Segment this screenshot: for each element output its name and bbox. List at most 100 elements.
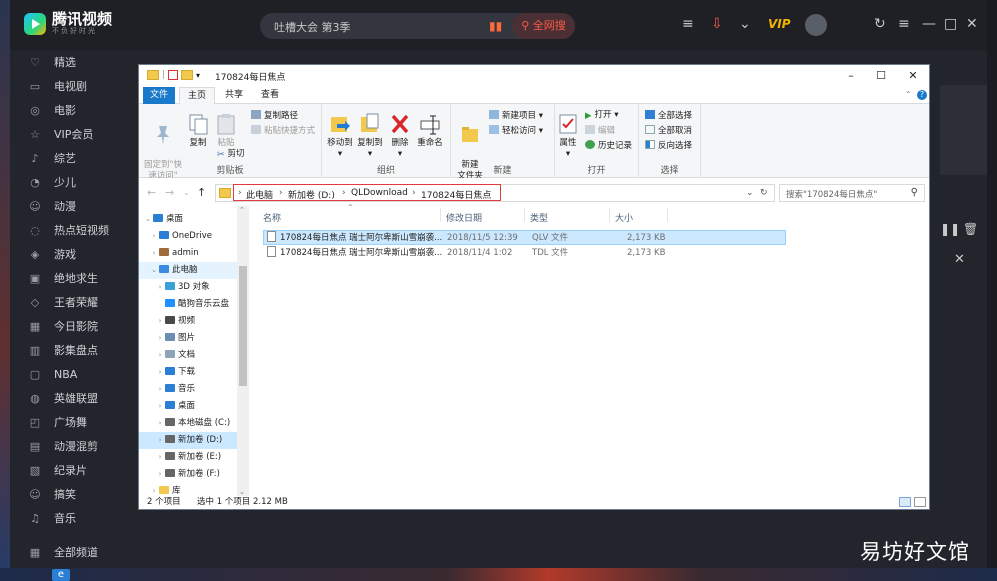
scroll-thumb[interactable]	[239, 266, 247, 386]
move-to-button[interactable]: 移动到 ▾	[326, 112, 354, 160]
delete-button[interactable]: 删除 ▾	[389, 112, 411, 160]
nav-item[interactable]: ◍ 英雄联盟	[10, 386, 135, 410]
nav-scrollbar[interactable]: ⌃ ⌄	[237, 206, 249, 496]
breadcrumb-qldownload[interactable]: QLDownload	[351, 188, 408, 198]
nav-item[interactable]: ▣ 绝地求生	[10, 266, 135, 290]
pause-icon[interactable]: ❚❚	[940, 222, 960, 236]
download-icon[interactable]: ⇩	[711, 16, 723, 32]
nav-item[interactable]: ◔ 少儿	[10, 170, 135, 194]
vip-badge[interactable]: VIP	[768, 17, 791, 31]
maximize-icon[interactable]: □	[944, 16, 957, 32]
cut-button[interactable]: ✂ 剪切	[217, 149, 245, 160]
history-icon[interactable]: ≡	[682, 16, 694, 32]
breadcrumb-chevron[interactable]: ›	[238, 188, 242, 198]
large-icons-view-icon[interactable]	[914, 497, 926, 507]
chevron-down-icon[interactable]: ⌄	[143, 211, 153, 228]
tree-item[interactable]: › 音乐	[139, 381, 239, 398]
nav-item[interactable]: ♪ 综艺	[10, 146, 135, 170]
search-button[interactable]: ⚲ 全网搜	[512, 13, 575, 39]
tree-item[interactable]: › 文档	[139, 347, 239, 364]
search-input[interactable]: 吐槽大会 第3季	[274, 19, 351, 35]
nav-item[interactable]: ▧ 纪录片	[10, 458, 135, 482]
chevron-right-icon[interactable]: ›	[155, 449, 165, 466]
breadcrumb-current-folder[interactable]: 170824每日焦点	[421, 188, 491, 201]
chevron-right-icon[interactable]: ›	[155, 381, 165, 398]
help-icon[interactable]: ?	[917, 90, 927, 100]
refresh-icon[interactable]: ↻	[874, 16, 886, 32]
address-bar[interactable]: › 此电脑 › 新加卷 (D:) › QLDownload › 170824每日…	[215, 184, 775, 202]
chevron-right-icon[interactable]: ›	[149, 228, 159, 245]
nav-item[interactable]: ▢ NBA	[10, 362, 135, 386]
app-logo[interactable]: 腾讯视频 不负好时光	[24, 12, 112, 36]
tree-item[interactable]: › 下载	[139, 364, 239, 381]
tree-item[interactable]: 酷狗音乐云盘	[139, 296, 239, 313]
back-icon[interactable]: ←	[147, 186, 156, 199]
properties-icon[interactable]	[168, 70, 179, 80]
tree-item[interactable]: › 新加卷 (E:)	[139, 449, 239, 466]
copy-to-button[interactable]: 复制到 ▾	[356, 112, 384, 160]
chevron-right-icon[interactable]: ›	[149, 245, 159, 262]
tab-view[interactable]: 查看	[255, 87, 285, 104]
edit-button[interactable]: 编辑	[585, 125, 615, 137]
nav-item[interactable]: ☆ VIP会员	[10, 122, 135, 146]
paste-shortcut-button[interactable]: 粘贴快捷方式	[251, 125, 315, 137]
chevron-right-icon[interactable]: ›	[155, 330, 165, 347]
tab-share[interactable]: 共享	[219, 87, 249, 104]
up-icon[interactable]: ↑	[197, 186, 206, 199]
tree-item[interactable]: › 图片	[139, 330, 239, 347]
recent-dropdown-icon[interactable]: ⌄	[183, 188, 190, 197]
chevron-right-icon[interactable]: ›	[155, 364, 165, 381]
close-panel-icon[interactable]: ✕	[954, 252, 965, 267]
chevron-right-icon[interactable]: ›	[155, 313, 165, 330]
nav-item[interactable]: ▭ 电视剧	[10, 74, 135, 98]
chevron-right-icon[interactable]: ›	[155, 279, 165, 296]
menu-icon[interactable]: ≡	[898, 16, 910, 32]
file-row[interactable]: 170824每日焦点 瑞士阿尔卑斯山雪崩袭... 2018/11/5 12:39…	[263, 230, 786, 245]
trash-icon[interactable]: 🗑	[963, 222, 978, 236]
nav-item[interactable]: ◈ 游戏	[10, 242, 135, 266]
tree-item[interactable]: ⌄ 桌面	[139, 211, 239, 228]
breadcrumb-chevron[interactable]: ›	[412, 188, 416, 198]
chevron-right-icon[interactable]: ›	[155, 415, 165, 432]
rename-button[interactable]: 重命名	[415, 112, 445, 149]
tree-item[interactable]: › 新加卷 (D:)	[139, 432, 239, 449]
select-none-button[interactable]: 全部取消	[645, 125, 692, 137]
tree-item[interactable]: › 桌面	[139, 398, 239, 415]
nav-item[interactable]: ▦ 今日影院	[10, 314, 135, 338]
tree-item[interactable]: › 本地磁盘 (C:)	[139, 415, 239, 432]
tree-item[interactable]: › 新加卷 (F:)	[139, 466, 239, 483]
scroll-up-icon[interactable]: ⌃	[239, 206, 245, 214]
breadcrumb-drive-d[interactable]: 新加卷 (D:)	[288, 188, 335, 201]
column-date[interactable]: 修改日期	[446, 211, 482, 224]
details-view-icon[interactable]	[899, 497, 911, 507]
minimize-icon[interactable]: —	[922, 16, 936, 32]
search-box[interactable]: 吐槽大会 第3季 ▮▮ ⚲ 全网搜	[260, 13, 575, 39]
file-row[interactable]: 170824每日焦点 瑞士阿尔卑斯山雪崩袭... 2018/11/4 1:02 …	[263, 246, 786, 261]
search-icon[interactable]: ⚲	[911, 187, 918, 198]
nav-item[interactable]: ◌ 热点短视频	[10, 218, 135, 242]
chevron-right-icon[interactable]: ›	[155, 432, 165, 449]
column-name[interactable]: 名称	[263, 211, 281, 224]
history-button[interactable]: 历史记录	[585, 140, 632, 152]
nav-item[interactable]: ◰ 广场舞	[10, 410, 135, 434]
nav-item[interactable]: ◇ 王者荣耀	[10, 290, 135, 314]
tree-item[interactable]: › 视频	[139, 313, 239, 330]
chevron-right-icon[interactable]: ›	[155, 466, 165, 483]
copy-button[interactable]: 复制	[187, 112, 209, 149]
address-dropdown-icon[interactable]: ⌄	[746, 188, 754, 198]
select-all-button[interactable]: 全部选择	[645, 110, 692, 122]
chevron-right-icon[interactable]: ›	[155, 347, 165, 364]
new-folder-icon[interactable]	[181, 70, 194, 80]
tab-home[interactable]: 主页	[179, 87, 215, 105]
breadcrumb-chevron[interactable]: ›	[279, 188, 283, 198]
breadcrumb-chevron[interactable]: ›	[342, 188, 346, 198]
nav-item[interactable]: ◎ 电影	[10, 98, 135, 122]
collapse-ribbon-icon[interactable]: ⌃	[905, 90, 912, 99]
tab-file[interactable]: 文件	[143, 87, 175, 104]
tree-item[interactable]: › 3D 对象	[139, 279, 239, 296]
copy-path-button[interactable]: 复制路径	[251, 110, 298, 122]
tree-item[interactable]: ⌄ 此电脑	[139, 262, 239, 279]
nav-item[interactable]: ♫ 音乐	[10, 506, 135, 530]
minimize-button[interactable]: –	[835, 67, 867, 85]
ie-icon[interactable]: e	[52, 569, 70, 581]
